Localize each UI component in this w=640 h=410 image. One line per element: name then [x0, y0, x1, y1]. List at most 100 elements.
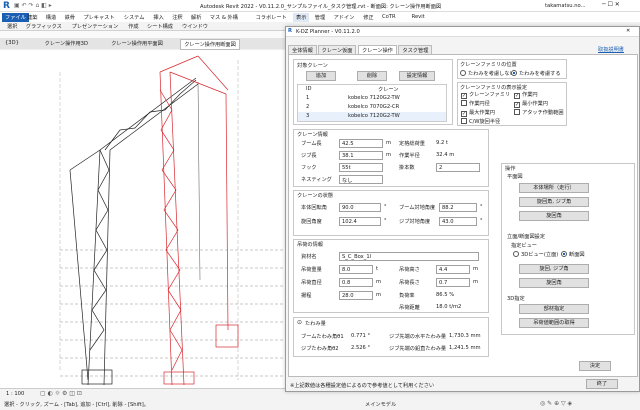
row-id: 2 [306, 104, 310, 110]
view-tab[interactable]: クレーン操作用3D [42, 39, 91, 48]
ribbon-panel-label[interactable]: グラフィックス [23, 22, 65, 31]
rotation-input[interactable]: 102.4 [339, 217, 381, 226]
load-length-input[interactable]: 0.7 [436, 278, 470, 287]
ribbon-tab[interactable]: 解析 [188, 13, 204, 22]
jib-angle-input[interactable]: 43.0 [439, 217, 477, 226]
quick-access-icons[interactable]: ▣ ↶ ↷ ⌂ ◧ ▸ [14, 2, 52, 9]
swing-input[interactable]: 90.0 [339, 203, 381, 212]
ribbon-panel-label[interactable]: ウインドウ [179, 22, 211, 31]
display-checkbox[interactable]: ✓ クレーンファミリ [461, 91, 510, 99]
load-height-input[interactable]: 4.4 [436, 265, 470, 274]
display-checkbox[interactable]: ✓ 最小作業円 [514, 100, 548, 108]
ribbon-tab[interactable]: システム [121, 13, 148, 22]
ribbon-tab[interactable]: 修正 [360, 13, 376, 22]
weight-unit: t [376, 266, 379, 272]
display-checkbox[interactable]: 作業円径 [461, 100, 490, 107]
jib-length-select[interactable]: 38.1 [339, 151, 383, 160]
body-position-button[interactable]: 本体場所（走行） [519, 183, 589, 193]
member-select-button[interactable]: 部材指定 [519, 304, 589, 314]
filter-icons[interactable]: ◎ ✎ ⊕ ▽ ◈ [540, 400, 572, 407]
ribbon-tab[interactable]: 建築 [24, 13, 40, 22]
apply-button[interactable]: 決定 [579, 361, 611, 371]
table-row[interactable]: 3 kobelco 7120G2-TW [298, 112, 446, 121]
row-id: 3 [306, 113, 310, 119]
ribbon-panel-label[interactable]: 選択 [4, 22, 20, 31]
checkbox-icon [514, 109, 520, 115]
with-deflection-radio[interactable]: たわみを考慮する [511, 70, 561, 77]
jib-deflection-value: 2.526 ° [351, 345, 371, 351]
load-rate-value: 86.5 % [436, 292, 455, 298]
weight-input[interactable]: 8.0 [339, 265, 373, 274]
add-crane-button[interactable]: 追加 [306, 71, 336, 81]
ribbon-panel-label[interactable]: 作成 [125, 22, 141, 31]
section-view-radio[interactable]: 断面図 [561, 251, 585, 258]
drawing-canvas[interactable] [0, 50, 285, 388]
ribbon-tab[interactable]: Revit [409, 13, 428, 21]
ribbon-tab[interactable]: アドイン [331, 13, 358, 22]
display-checkbox[interactable]: C/W旋回半径 [461, 118, 500, 125]
delete-crane-button[interactable]: 削除 [357, 71, 387, 81]
boom-length-select[interactable]: 42.5 [339, 139, 383, 148]
view-tab[interactable]: クレーン操作用平面図 [108, 39, 166, 48]
deflection-title: たわみ量 [305, 321, 326, 327]
load-range-button[interactable]: 吊荷値範囲の取得 [519, 318, 589, 328]
jib-angle-unit: ° [480, 218, 483, 224]
dialog-titlebar[interactable]: R K-DZ Planner - V0.11.2.0 ✕ [286, 27, 639, 37]
boom-angle-input[interactable]: 88.2 [439, 203, 477, 212]
window-controls-icon[interactable]: ─ ☐ ✕ [602, 1, 620, 8]
table-row[interactable]: 1 kobelco 7120G2-TW [298, 94, 446, 103]
swing-jib-button[interactable]: 旋回角, ジブ角 [519, 197, 589, 207]
ribbon-tab[interactable]: CoTR [379, 13, 399, 21]
collapse-icon[interactable]: ⊙ [297, 319, 302, 326]
swing-label: 本体回転角 [301, 205, 327, 211]
ribbon-panel-label[interactable]: プレゼンテーション [69, 22, 122, 31]
swing-angle-button[interactable]: 旋回角 [519, 211, 589, 221]
material-input[interactable]: S_C_Box_1l [339, 252, 479, 261]
no-deflection-radio[interactable]: たわみを考慮しない [460, 70, 515, 77]
note-text: ※上記数値は各種設定値によるので参考値として利用ください [290, 383, 435, 389]
section-swing-jib-button[interactable]: 旋回, ジブ角 [519, 264, 589, 274]
view-tab[interactable]: クレーン操作用断面図 [180, 39, 240, 50]
ribbon-panel-label[interactable]: シート構成 [144, 22, 176, 31]
boom-angle-label: ブーム対地角度 [399, 205, 436, 211]
view-scale[interactable]: 1 : 100 [6, 391, 24, 397]
ribbon-tab[interactable]: 構造 [43, 13, 59, 22]
parts-select[interactable]: 2 [436, 163, 480, 172]
help-link[interactable]: 取扱説明書 [598, 46, 624, 53]
display-checkbox[interactable]: ✓ 作業円 [514, 91, 538, 99]
col-crane: クレーン [378, 87, 399, 93]
display-checkbox[interactable]: アタッチ作動範囲 [514, 109, 564, 116]
crane-settings-button[interactable]: 設定情報 [399, 71, 435, 81]
ribbon-tab[interactable]: 挿入 [150, 13, 166, 22]
workset-status: メインモデル [365, 402, 397, 408]
view-control-icons[interactable]: ▢ ◐ ☼ ⚙ ◫ ⊡ [40, 390, 82, 397]
ribbon-tab[interactable]: 鉄骨 [62, 13, 78, 22]
checkbox-label: クレーンファミリ [469, 92, 511, 98]
table-row[interactable]: 2 kobelco 7070G2-CR [298, 103, 446, 112]
ribbon-tab[interactable]: マス & 外構 [207, 13, 241, 22]
crane-table[interactable]: ID クレーン 1 kobelco 7120G2-TW 2 kobelco 7070G… [297, 84, 447, 122]
diameter-label: 吊荷直径 [301, 280, 322, 286]
ribbon-tab[interactable]: 注釈 [169, 13, 185, 22]
nesting-select[interactable]: なし [339, 175, 383, 184]
dialog-close-icon[interactable]: ✕ [626, 28, 630, 34]
checkbox-label: 最大作業円 [469, 110, 495, 116]
ribbon-tab[interactable]: プレキャスト [80, 13, 117, 22]
rated-load-value: 9.2 t [436, 140, 448, 146]
load-height-unit: m [473, 266, 479, 272]
window-title: Autodesk Revit 2022 - V0.11.2.0_サンプルファイル… [200, 4, 442, 10]
close-button[interactable]: 終了 [586, 379, 618, 389]
section-swing-button[interactable]: 旋回角 [519, 278, 589, 288]
hook-select[interactable]: 55t [339, 163, 383, 172]
display-checkbox[interactable]: ✓ 最大作業円 [461, 109, 495, 117]
view-tab[interactable]: {3D} [2, 39, 22, 47]
diameter-input[interactable]: 0.8 [339, 278, 373, 287]
ribbon-tab[interactable]: コラボレート [253, 13, 290, 22]
k-dz-planner-dialog: R K-DZ Planner - V0.11.2.0 ✕ 取扱説明書 全体情報ク… [285, 26, 640, 392]
ribbon-tab[interactable]: 表示 [293, 13, 310, 22]
ribbon-tab[interactable]: 管理 [312, 13, 328, 22]
user-name[interactable]: takamatsu.no... [545, 3, 586, 9]
3d-view-radio[interactable]: 3Dビュー(立面) [513, 251, 558, 258]
checkbox-label: C/W旋回半径 [469, 119, 501, 125]
lift-input[interactable]: 28.0 [339, 291, 373, 300]
